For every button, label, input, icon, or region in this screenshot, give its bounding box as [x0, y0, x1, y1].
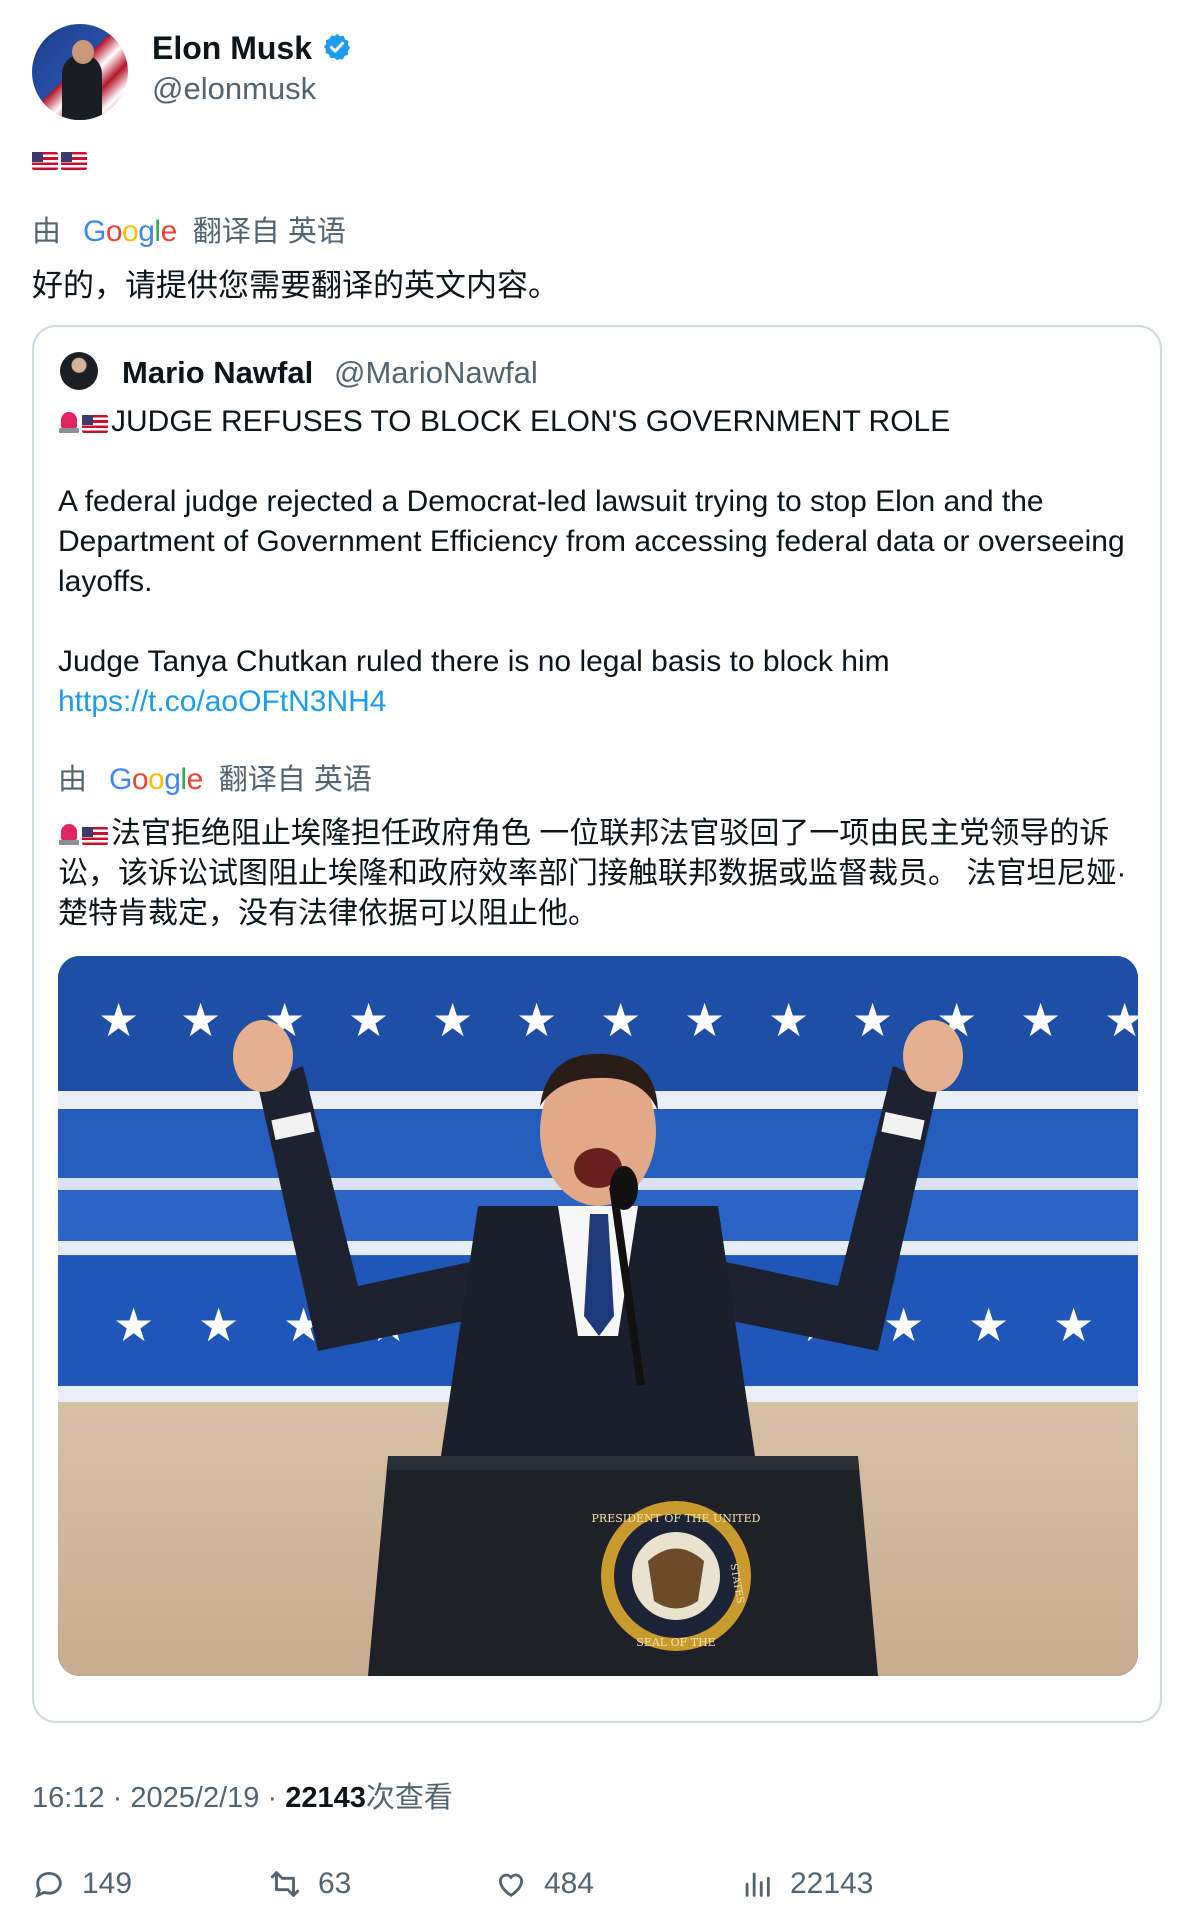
google-logo[interactable]: Google [109, 763, 203, 796]
author-handle[interactable]: @elonmusk [152, 70, 316, 108]
svg-text:★: ★ [432, 994, 473, 1046]
translation-suffix: 翻译自 英语 [218, 764, 372, 796]
siren-icon [58, 410, 80, 434]
svg-text:★: ★ [180, 994, 221, 1046]
photo-illustration: ★★ ★★ ★★ ★★ ★★ ★★ ★ ★★ ★★ ★★ ★★ [58, 956, 1138, 1676]
quoted-link[interactable]: https://t.co/aoOFtN3NH4 [58, 682, 1138, 722]
views-count: 22143 [285, 1782, 366, 1814]
svg-text:★: ★ [1104, 994, 1138, 1046]
author-avatar[interactable] [32, 24, 128, 120]
translation-attribution: 由 Google 翻译自 英语 [58, 762, 372, 798]
translation-prefix: 由 [58, 764, 88, 796]
tweet-date: 2025/2/19 [130, 1782, 260, 1814]
analytics-icon [745, 1872, 770, 1897]
tweet-timestamp[interactable]: 16:12 · 2025/2/19 · 22143次查看 [32, 1780, 453, 1816]
separator: · [267, 1782, 278, 1814]
reply-count: 149 [82, 1867, 133, 1900]
views-action-count: 22143 [790, 1867, 874, 1900]
author-display-name[interactable]: Elon Musk [152, 28, 312, 68]
views-button[interactable]: 22143 [740, 1866, 873, 1902]
svg-text:★: ★ [768, 994, 809, 1046]
translated-quoted-text-body: 法官拒绝阻止埃隆担任政府角色 一位联邦法官驳回了一项由民主党领导的诉讼，该诉讼试… [58, 817, 1127, 930]
retweet-count: 63 [318, 1867, 352, 1900]
reply-icon [35, 1871, 62, 1898]
svg-text:★: ★ [198, 1299, 239, 1351]
heart-icon [498, 1873, 524, 1897]
translated-tweet-text: 好的，请提供您需要翻译的英文内容。 [32, 268, 559, 303]
svg-text:★: ★ [348, 994, 389, 1046]
svg-text:★: ★ [852, 994, 893, 1046]
svg-text:★: ★ [684, 994, 725, 1046]
like-count: 484 [544, 1867, 595, 1900]
svg-text:★: ★ [113, 1299, 154, 1351]
translation-attribution: 由 Google 翻译自 英语 [32, 214, 346, 250]
quoted-author-handle[interactable]: @MarioNawfal [334, 354, 538, 392]
svg-text:★: ★ [600, 994, 641, 1046]
svg-text:★: ★ [968, 1299, 1009, 1351]
translation-suffix: 翻译自 英语 [192, 216, 346, 248]
us-flag-icon [82, 415, 108, 433]
quoted-media-photo[interactable]: ★★ ★★ ★★ ★★ ★★ ★★ ★ ★★ ★★ ★★ ★★ [58, 956, 1138, 1676]
svg-text:★: ★ [516, 994, 557, 1046]
seal-text-bottom: SEAL OF THE [636, 1636, 715, 1649]
us-flag-icon [32, 152, 58, 170]
separator: · [112, 1782, 123, 1814]
views-label: 次查看 [365, 1782, 453, 1814]
verified-badge-icon [323, 33, 351, 61]
translated-quoted-text: 法官拒绝阻止埃隆担任政府角色 一位联邦法官驳回了一项由民主党领导的诉讼，该诉讼试… [58, 814, 1138, 934]
siren-icon [58, 822, 80, 846]
svg-text:★: ★ [1053, 1299, 1094, 1351]
quoted-author-name[interactable]: Mario Nawfal [122, 354, 313, 392]
us-flag-icon [82, 827, 108, 845]
tweet-text-emojis [32, 152, 90, 173]
quoted-paragraph: A federal judge rejected a Democrat-led … [58, 485, 1125, 598]
svg-text:★: ★ [98, 994, 139, 1046]
quoted-headline: JUDGE REFUSES TO BLOCK ELON'S GOVERNMENT… [58, 402, 1138, 442]
seal-text-top: PRESIDENT OF THE UNITED [592, 1512, 761, 1525]
like-button[interactable]: 484 [494, 1866, 594, 1902]
retweet-icon [270, 1871, 300, 1897]
us-flag-icon [61, 152, 87, 170]
translation-prefix: 由 [32, 216, 62, 248]
google-logo[interactable]: Google [83, 215, 177, 248]
svg-text:★: ★ [1020, 994, 1061, 1046]
svg-text:★: ★ [883, 1299, 924, 1351]
tweet-time: 16:12 [32, 1782, 105, 1814]
retweet-button[interactable]: 63 [268, 1866, 351, 1902]
quoted-paragraph: Judge Tanya Chutkan ruled there is no le… [58, 645, 890, 678]
reply-button[interactable]: 149 [32, 1866, 132, 1902]
quoted-headline-text: JUDGE REFUSES TO BLOCK ELON'S GOVERNMENT… [111, 405, 951, 438]
quoted-author-avatar[interactable] [60, 352, 98, 390]
